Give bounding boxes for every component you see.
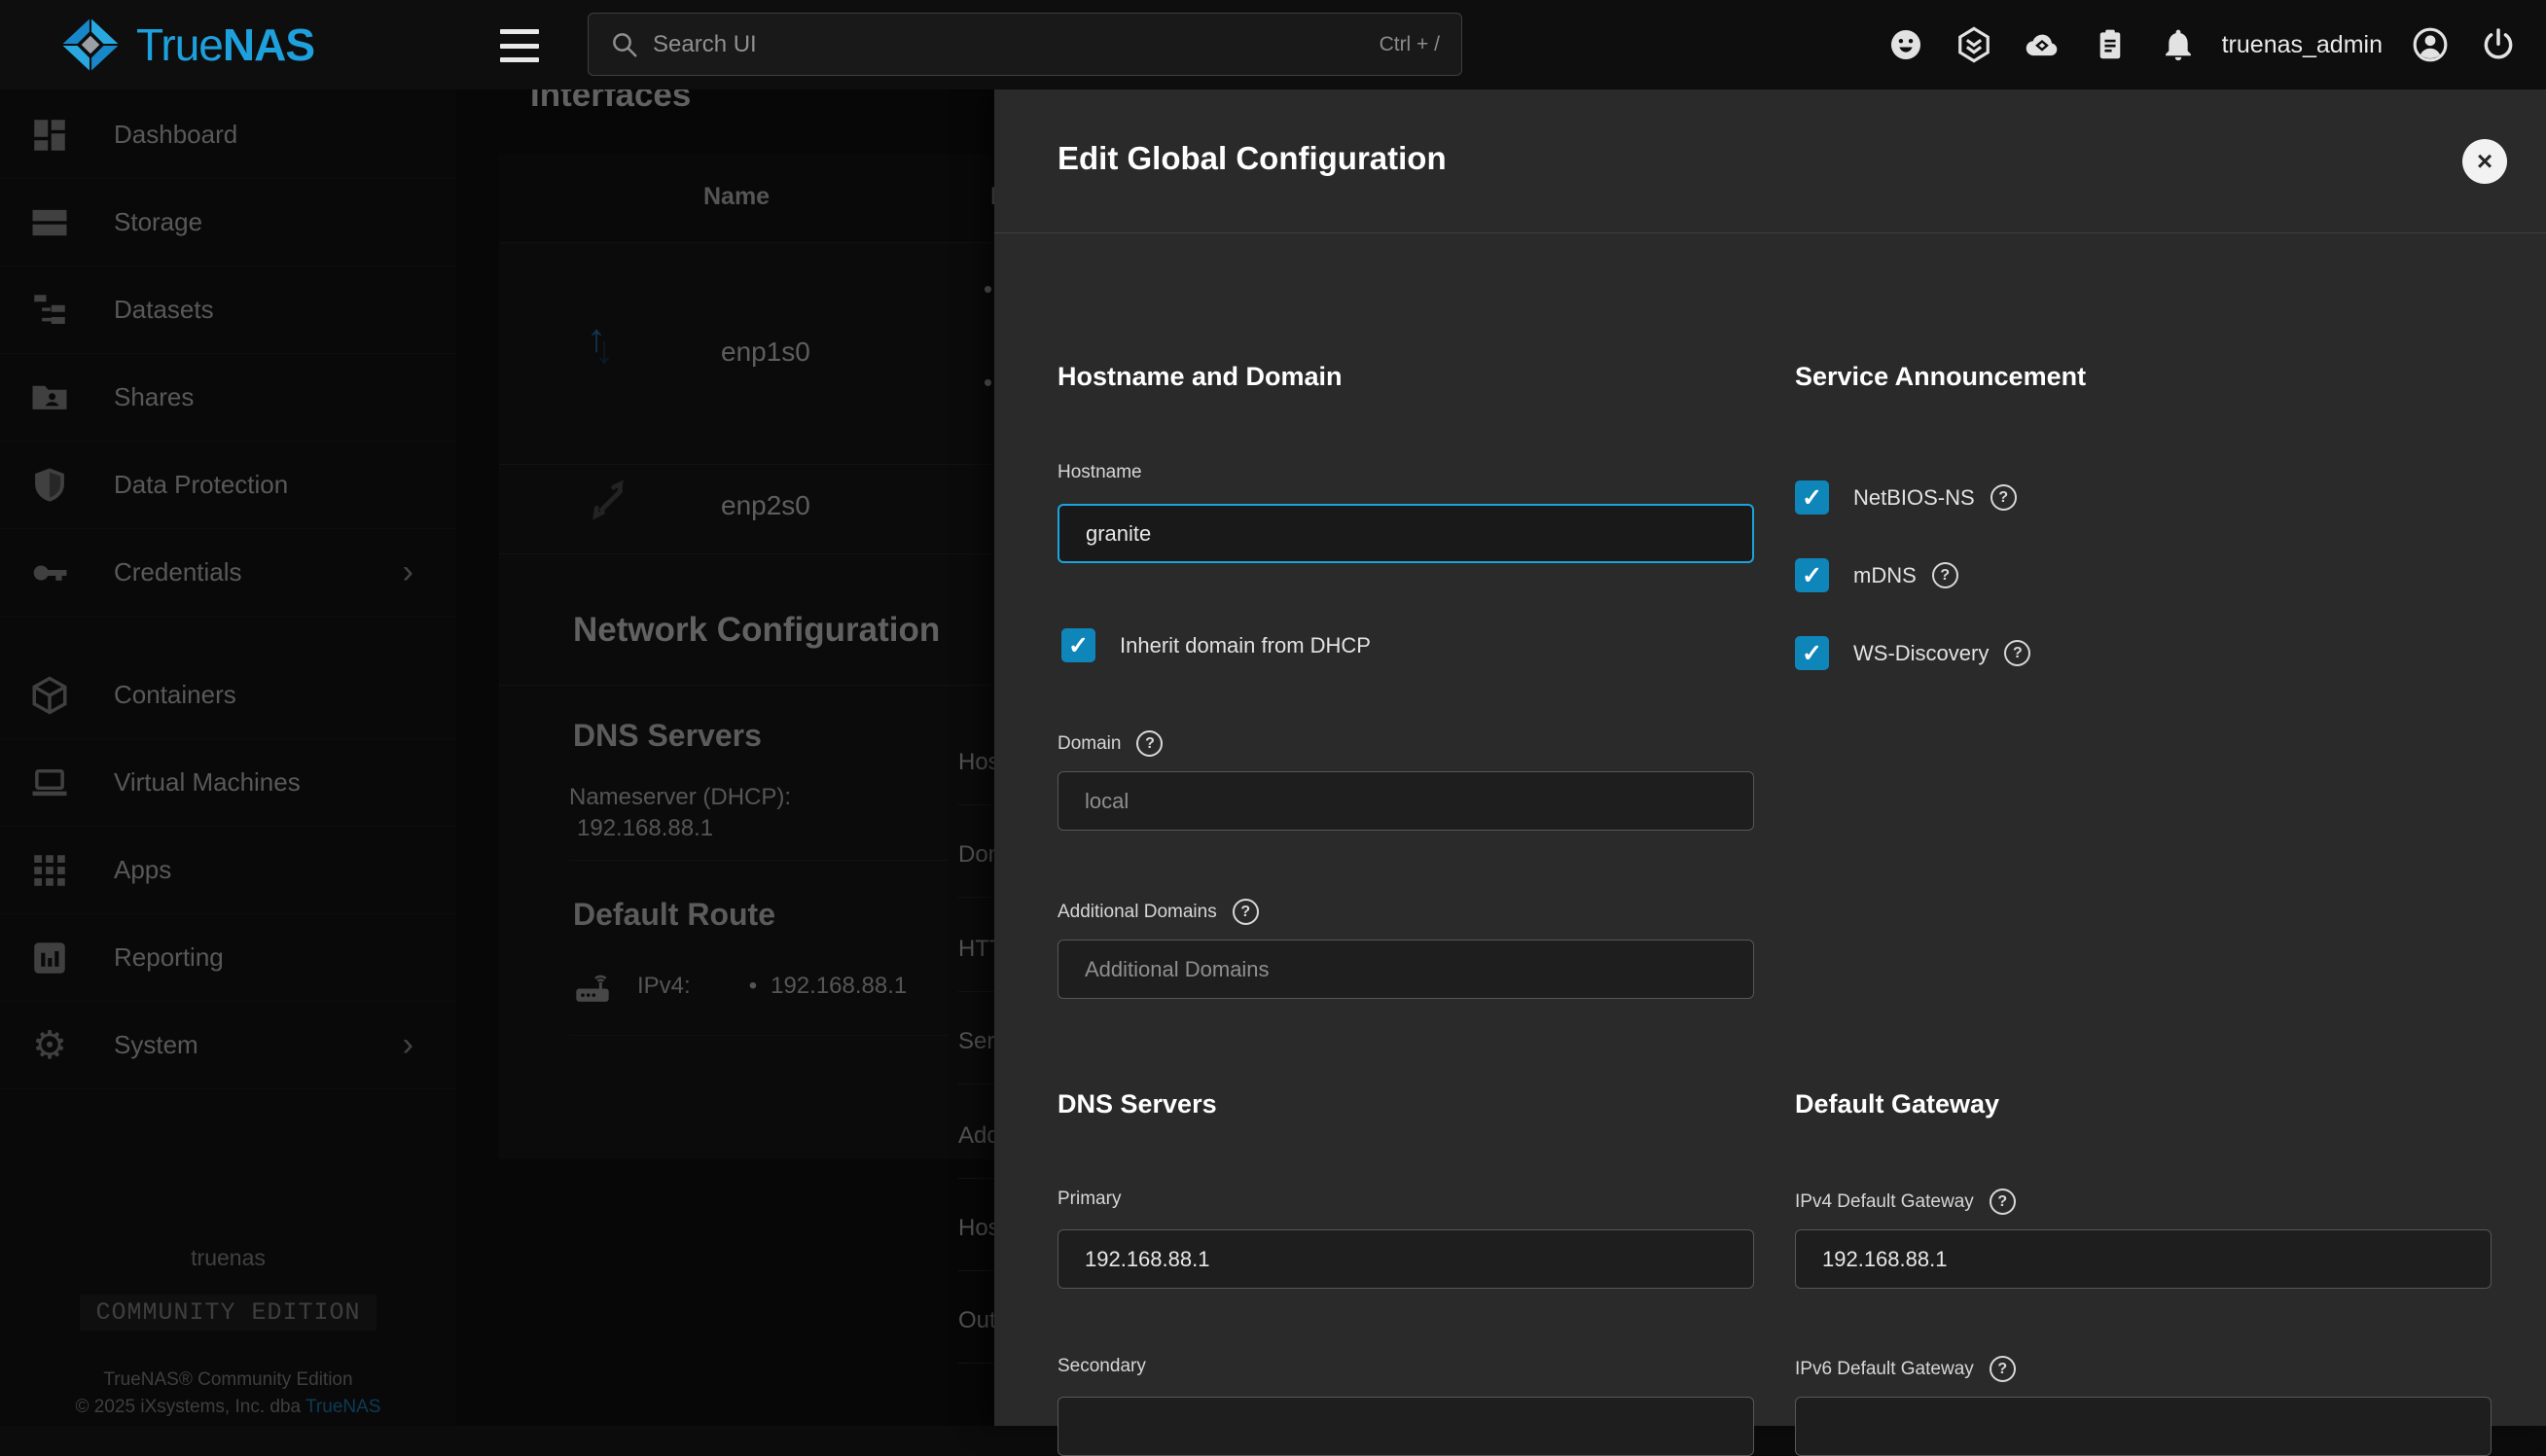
inherit-domain-checkbox[interactable]: ✓ Inherit domain from DHCP xyxy=(1061,628,1758,662)
additional-domains-label: Additional Domains ? xyxy=(1058,899,1754,925)
checkbox-checked-icon: ✓ xyxy=(1795,558,1829,592)
ipv6-gateway-label: IPv6 Default Gateway ? xyxy=(1795,1356,2496,1382)
domain-label: Domain ? xyxy=(1058,730,1754,757)
netbios-checkbox[interactable]: ✓ NetBIOS-NS ? xyxy=(1795,480,2496,515)
service-announcement-heading: Service Announcement xyxy=(1795,362,2496,392)
user-avatar-icon[interactable] xyxy=(2396,0,2464,89)
search-input[interactable] xyxy=(653,31,1380,58)
dns-servers-heading: DNS Servers xyxy=(1058,1089,1754,1119)
secondary-dns-label: Secondary xyxy=(1058,1356,1754,1377)
help-icon[interactable]: ? xyxy=(1990,484,2017,511)
truecommand-cloud-icon[interactable] xyxy=(2008,0,2076,89)
help-icon[interactable]: ? xyxy=(1932,562,1958,588)
truenas-logo-icon xyxy=(58,15,123,75)
jobs-clipboard-icon[interactable] xyxy=(2076,0,2144,89)
ws-discovery-checkbox[interactable]: ✓ WS-Discovery ? xyxy=(1795,636,2496,670)
hostname-label: Hostname xyxy=(1058,462,1754,483)
checkbox-checked-icon: ✓ xyxy=(1795,636,1829,670)
top-bar: TrueNAS Ctrl + / xyxy=(0,0,2546,89)
additional-domains-input[interactable] xyxy=(1058,940,1754,999)
global-search[interactable]: Ctrl + / xyxy=(588,13,1462,76)
logo-text: TrueNAS xyxy=(136,18,314,71)
hostname-input[interactable] xyxy=(1058,504,1754,563)
help-icon[interactable]: ? xyxy=(2004,640,2030,666)
help-icon[interactable]: ? xyxy=(1990,1356,2016,1382)
default-gateway-heading: Default Gateway xyxy=(1795,1089,2496,1119)
truenas-logo[interactable]: TrueNAS xyxy=(58,14,314,76)
alerts-bell-icon[interactable] xyxy=(2144,0,2212,89)
checkbox-checked-icon: ✓ xyxy=(1795,480,1829,515)
hostname-domain-heading: Hostname and Domain xyxy=(1058,362,1754,392)
help-icon[interactable]: ? xyxy=(1233,899,1259,925)
edit-global-configuration-modal: Edit Global Configuration × Hostname and… xyxy=(994,89,2546,1426)
domain-input[interactable] xyxy=(1058,771,1754,831)
ipv4-gateway-input[interactable] xyxy=(1795,1229,2492,1289)
ipv4-gateway-label: IPv4 Default Gateway ? xyxy=(1795,1189,2496,1215)
modal-title: Edit Global Configuration xyxy=(1058,140,1447,177)
search-icon xyxy=(610,30,639,59)
secondary-dns-input[interactable] xyxy=(1058,1397,1754,1456)
search-shortcut: Ctrl + / xyxy=(1380,33,1440,56)
power-icon[interactable] xyxy=(2464,0,2532,89)
close-icon[interactable]: × xyxy=(2462,139,2507,184)
checkbox-checked-icon: ✓ xyxy=(1061,628,1095,662)
primary-dns-input[interactable] xyxy=(1058,1229,1754,1289)
modal-header: Edit Global Configuration × xyxy=(994,89,2546,233)
menu-toggle-icon[interactable] xyxy=(500,29,539,62)
feedback-smiley-icon[interactable] xyxy=(1872,0,1940,89)
stacked-services-icon[interactable] xyxy=(1940,0,2008,89)
ipv6-gateway-input[interactable] xyxy=(1795,1397,2492,1456)
mdns-checkbox[interactable]: ✓ mDNS ? xyxy=(1795,558,2496,592)
help-icon[interactable]: ? xyxy=(1136,730,1163,757)
primary-dns-label: Primary xyxy=(1058,1189,1754,1210)
username: truenas_admin xyxy=(2212,31,2396,59)
help-icon[interactable]: ? xyxy=(1990,1189,2016,1215)
